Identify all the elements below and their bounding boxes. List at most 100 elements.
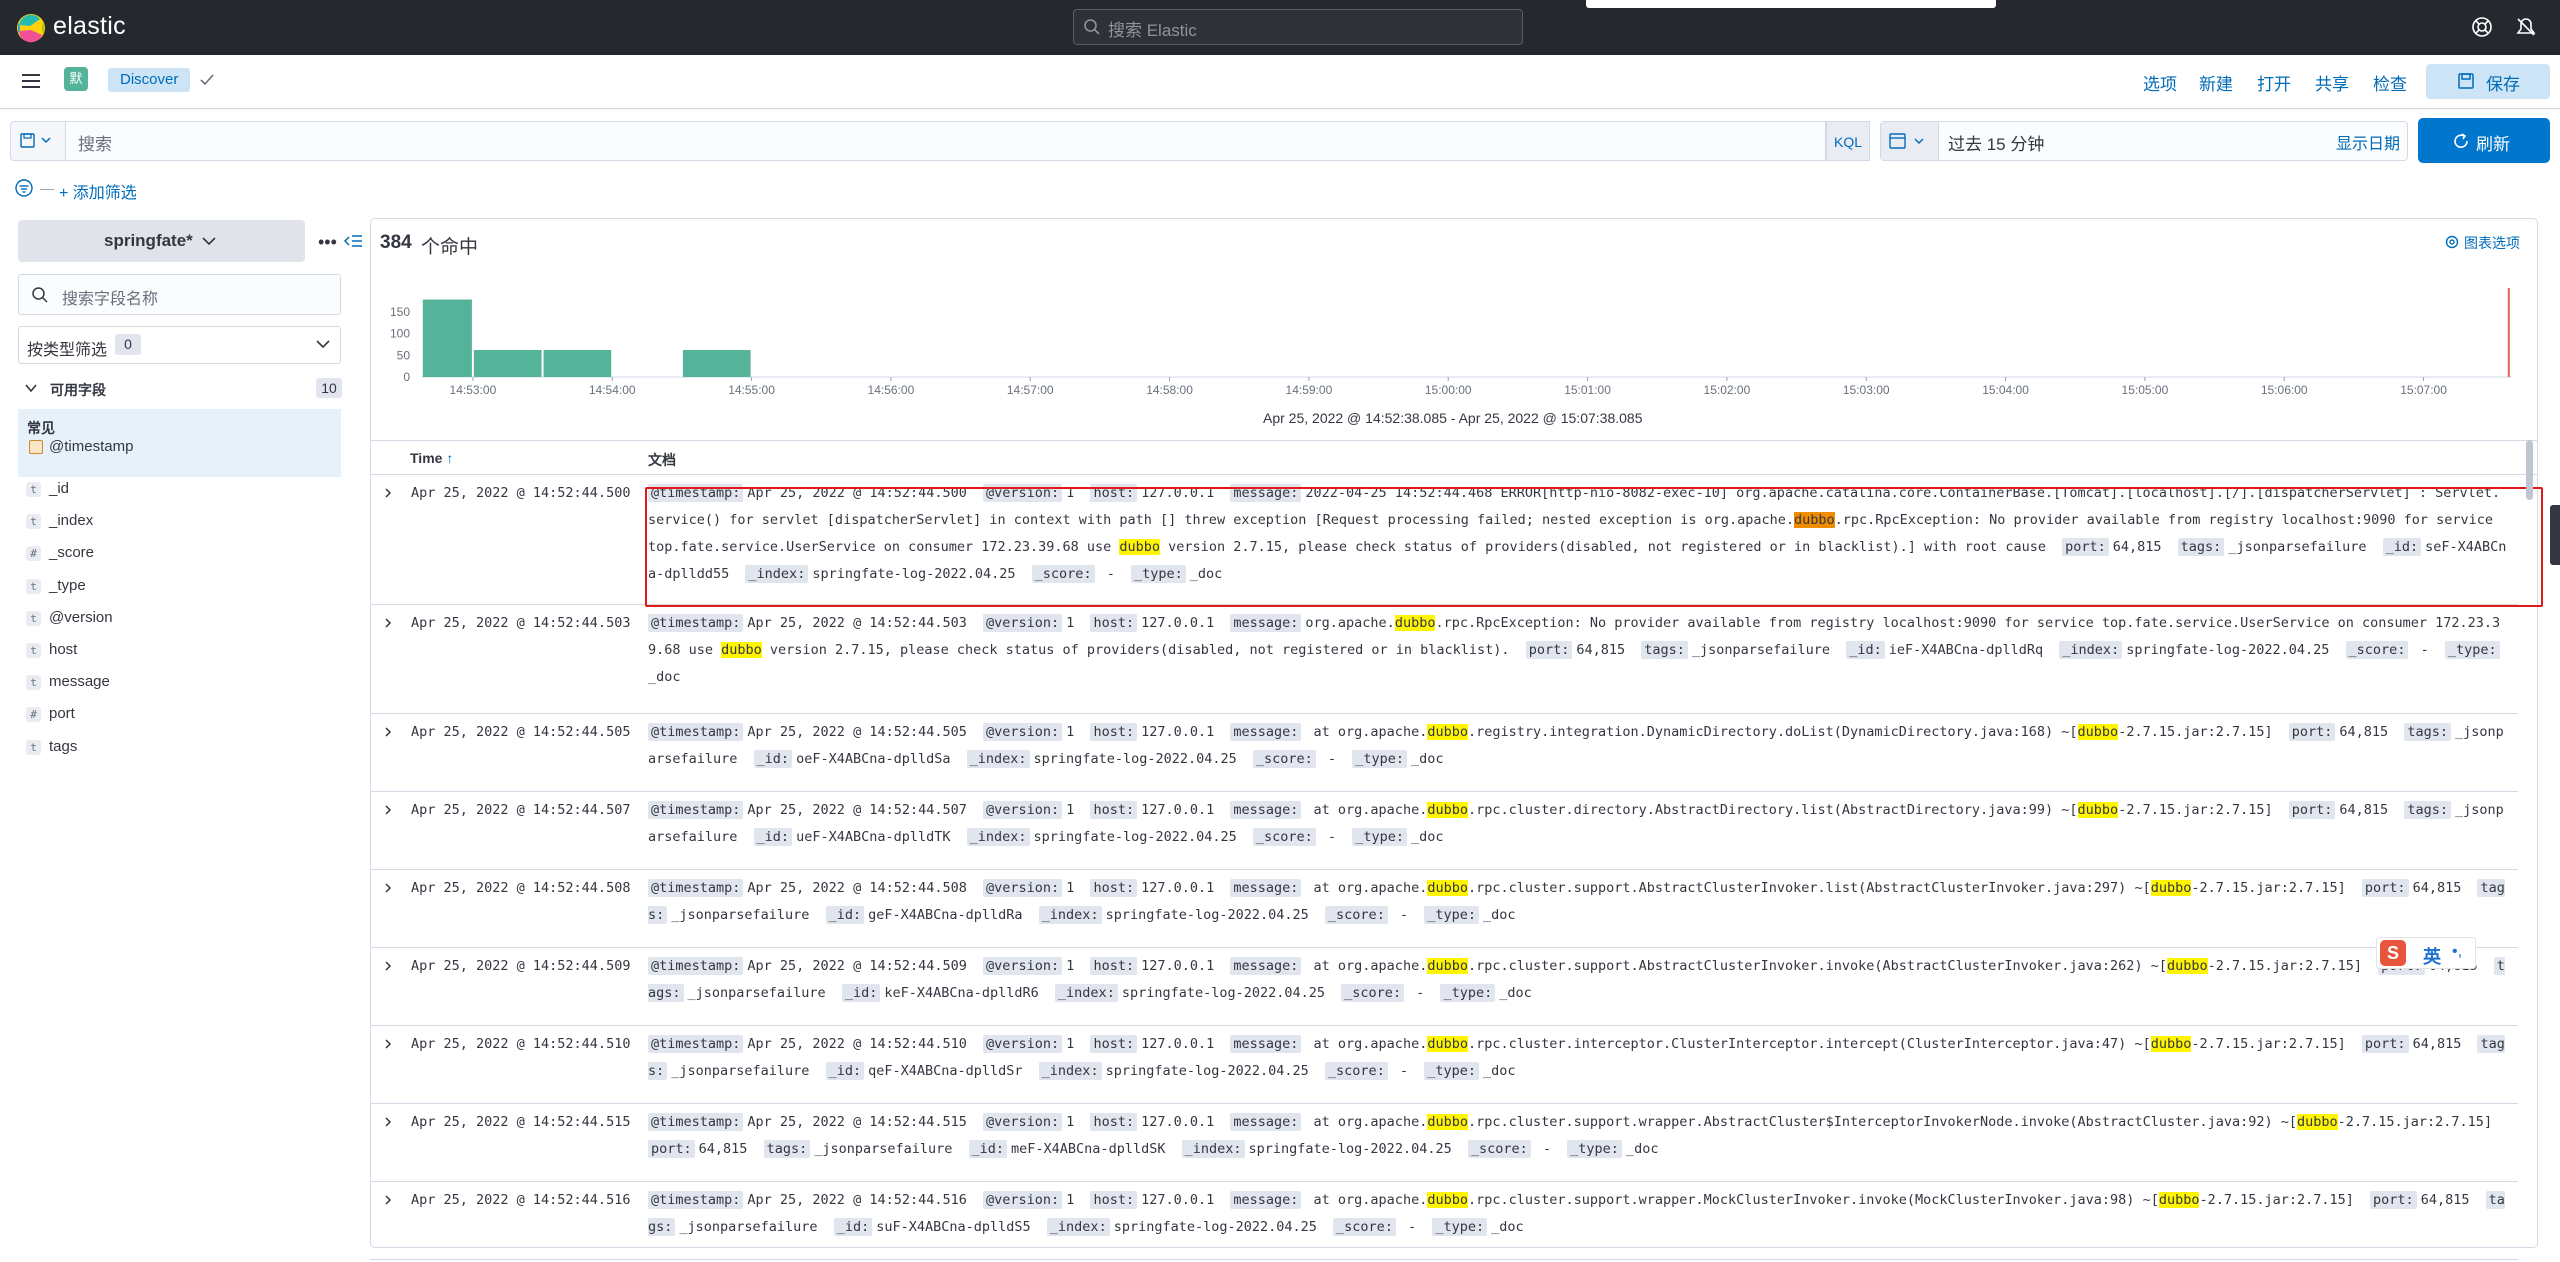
x-tick-label: 15:03:00 (1843, 383, 1890, 397)
search-highlight: dubbo (1427, 1114, 1468, 1130)
table-row[interactable]: Apr 25, 2022 @ 14:52:44.509 @timestamp: Ap… (370, 948, 2518, 1026)
field-version[interactable]: @version (49, 609, 113, 626)
doc-field: _type:_doc (1424, 1062, 1516, 1080)
column-header-time[interactable]: Time ↑ (410, 450, 453, 466)
x-tick-label: 15:01:00 (1564, 383, 1611, 397)
available-fields-label[interactable]: 可用字段 (50, 380, 106, 400)
row-document: @timestamp: Apr 25, 2022 @ 14:52:44.509 @… (648, 953, 2508, 1007)
histogram-bar[interactable] (543, 350, 612, 377)
inspect-link[interactable]: 检查 (2373, 70, 2407, 95)
elastic-logo-icon[interactable] (16, 13, 46, 43)
row-timestamp: Apr 25, 2022 @ 14:52:44.515 (411, 1114, 631, 1130)
doc-field-value: 1 (1066, 724, 1075, 740)
expand-row-icon[interactable] (382, 804, 394, 816)
table-row[interactable]: Apr 25, 2022 @ 14:52:44.505 @timestamp: Ap… (370, 714, 2518, 792)
filter-options-icon[interactable] (14, 178, 34, 198)
field-id[interactable]: _id (49, 480, 69, 497)
expand-row-icon[interactable] (382, 487, 394, 499)
chart-options-link[interactable]: 图表选项 (2464, 233, 2520, 253)
doc-field-key: @timestamp: (648, 723, 744, 741)
expand-row-icon[interactable] (382, 1116, 394, 1128)
doc-field-value: springfate-log-2022.04.25 (1033, 829, 1237, 845)
new-link[interactable]: 新建 (2199, 70, 2233, 95)
doc-field-text: .rpc.cluster.directory.AbstractDirectory… (1467, 802, 2078, 818)
doc-field-key: _score: (1341, 984, 1405, 1002)
space-avatar[interactable]: 默 (64, 67, 88, 91)
options-link[interactable]: 选项 (2143, 70, 2177, 95)
table-row[interactable]: Apr 25, 2022 @ 14:52:44.516 @timestamp: Ap… (370, 1182, 2518, 1260)
histogram-bar[interactable] (682, 350, 751, 377)
collapse-sidebar-icon[interactable] (343, 232, 363, 250)
doc-field-text: at org.apache. (1305, 880, 1428, 896)
doc-field-key: message: (1230, 1191, 1302, 1209)
doc-field: @timestamp: Apr 25, 2022 @ 14:52:44.507 (648, 801, 967, 819)
open-link[interactable]: 打开 (2257, 70, 2291, 95)
doc-field: _id: meF-X4ABCna-dplldSK (968, 1140, 1165, 1158)
doc-field-text: .rpc.cluster.interceptor.ClusterIntercep… (1467, 1036, 2151, 1052)
chevron-down-icon[interactable] (25, 383, 37, 393)
newsfeed-icon[interactable] (2514, 15, 2538, 39)
doc-field-value: springfate-log-2022.04.25 (1033, 751, 1237, 767)
brand-name[interactable]: elastic (53, 12, 126, 41)
search-highlight: dubbo (1427, 958, 1468, 974)
table-row[interactable]: Apr 25, 2022 @ 14:52:44.507 @timestamp: Ap… (370, 792, 2518, 870)
time-range-label[interactable]: 过去 15 分钟 (1948, 130, 2044, 155)
doc-field: _score: - (2345, 641, 2437, 659)
string-field-icon: t (26, 643, 41, 658)
doc-field-text: .rpc.cluster.support.AbstractClusterInvo… (1467, 958, 2167, 974)
doc-field: port:64,815 (2361, 879, 2461, 897)
doc-field-key: message: (1230, 1113, 1302, 1131)
expand-row-icon[interactable] (382, 1194, 394, 1206)
doc-field-key: _id: (968, 1140, 1008, 1158)
show-dates-link[interactable]: 显示日期 (2336, 130, 2400, 154)
ime-mode-label: 英 (2423, 947, 2441, 967)
doc-field-key: @version: (983, 801, 1063, 819)
field-message[interactable]: message (49, 673, 110, 690)
doc-field: message: at org.apache.dubbo.rpc.cluster… (1230, 1035, 2346, 1053)
field-host[interactable]: host (49, 641, 77, 658)
doc-field: _score: - (1324, 1062, 1416, 1080)
field-type[interactable]: _type (49, 577, 86, 594)
histogram-bar[interactable] (422, 299, 472, 377)
doc-field: host: 127.0.0.1 (1090, 614, 1214, 632)
table-row[interactable]: Apr 25, 2022 @ 14:52:44.510 @timestamp: Ap… (370, 1026, 2518, 1104)
global-search-placeholder: 搜索 Elastic (1108, 21, 1197, 40)
expand-row-icon[interactable] (382, 726, 394, 738)
doc-field-value: 64,815 (1576, 642, 1626, 658)
doc-field-key: _index: (1181, 1140, 1245, 1158)
histogram-bar[interactable] (473, 350, 542, 377)
expand-row-icon[interactable] (382, 882, 394, 894)
search-highlight: dubbo (2158, 1192, 2200, 1208)
column-header-document[interactable]: 文档 (648, 450, 676, 470)
kql-language-button[interactable]: KQL (1826, 121, 1870, 161)
query-search-input[interactable] (66, 121, 1826, 161)
menu-icon[interactable] (20, 71, 42, 91)
table-scrollbar[interactable] (2526, 440, 2533, 500)
doc-field-key: message: (1230, 614, 1302, 632)
field-index[interactable]: _index (49, 512, 93, 529)
gear-icon[interactable] (2444, 234, 2460, 250)
search-highlight: dubbo (2150, 1036, 2192, 1052)
expand-row-icon[interactable] (382, 617, 394, 629)
expand-row-icon[interactable] (382, 960, 394, 972)
expand-row-icon[interactable] (382, 1038, 394, 1050)
doc-field-key: _score: (1324, 1062, 1388, 1080)
share-link[interactable]: 共享 (2315, 70, 2349, 95)
table-row[interactable]: Apr 25, 2022 @ 14:52:44.508 @timestamp: Ap… (370, 870, 2518, 948)
help-icon[interactable] (2470, 15, 2494, 39)
table-row[interactable]: Apr 25, 2022 @ 14:52:44.515 @timestamp: Ap… (370, 1104, 2518, 1182)
breadcrumb-discover[interactable]: Discover (108, 68, 191, 92)
edge-handle[interactable] (2550, 505, 2560, 565)
field-timestamp[interactable]: @timestamp (49, 438, 133, 455)
field-score[interactable]: _score (49, 544, 94, 561)
more-options-icon[interactable]: ••• (318, 232, 337, 253)
x-tick-label: 15:05:00 (2122, 383, 2169, 397)
common-fields-title: 常见 (27, 420, 55, 436)
field-tags[interactable]: tags (49, 738, 77, 755)
add-filter-link[interactable]: + 添加筛选 (59, 179, 137, 203)
doc-field-text: -2.7.15.jar:2.7.15] (2118, 724, 2273, 740)
doc-field-value: _jsonparsefailure (687, 985, 826, 1001)
field-port[interactable]: port (49, 705, 75, 722)
table-row[interactable]: Apr 25, 2022 @ 14:52:44.503 @timestamp: Ap… (370, 605, 2518, 714)
doc-field-value: 1 (1066, 802, 1075, 818)
